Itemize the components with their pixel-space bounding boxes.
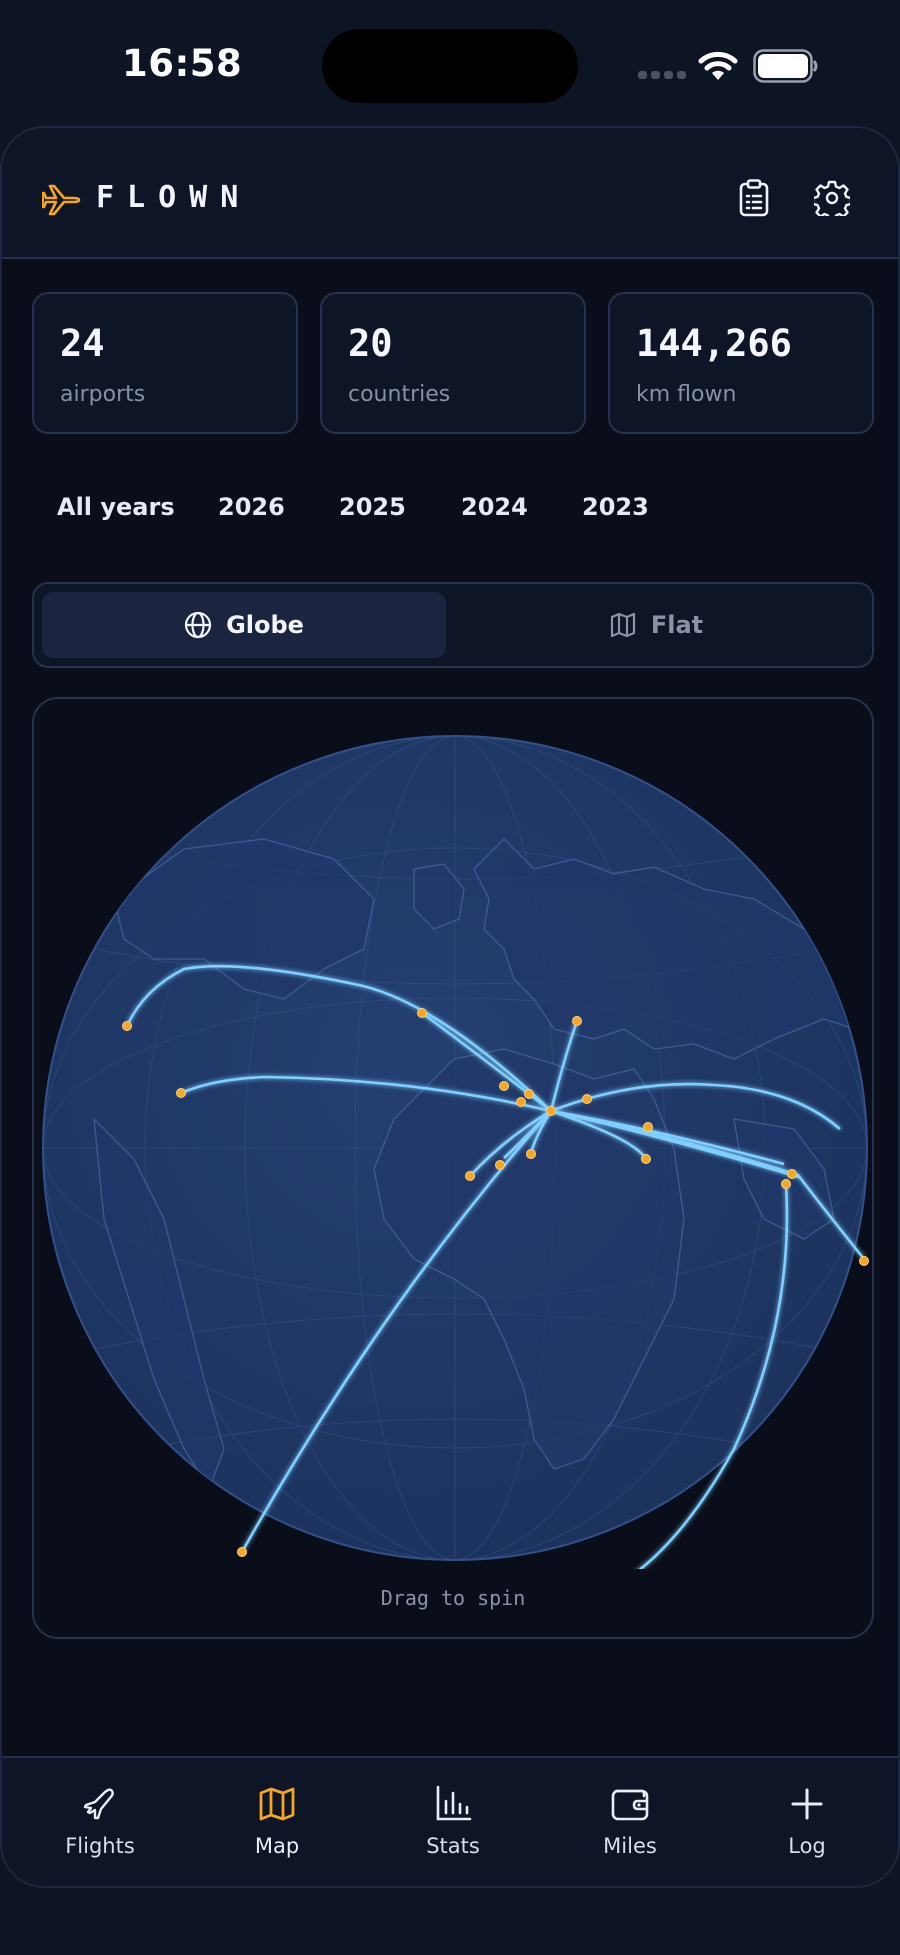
toggle-flat[interactable]: Flat [454,592,858,658]
stat-card-countries: 20 countries [320,292,586,434]
tab-label: Stats [426,1834,480,1858]
airport-marker[interactable] [781,1179,791,1189]
globe-icon [184,611,212,639]
airport-marker[interactable] [516,1097,526,1107]
clipboard-icon [739,179,769,217]
airport-marker[interactable] [417,1008,427,1018]
tab-label: Map [254,1834,300,1858]
tab-stats[interactable]: Stats [383,1784,523,1874]
clipboard-button[interactable] [732,176,776,220]
map-card: Drag to spin [32,697,874,1639]
status-time: 16:58 [122,42,243,85]
drag-hint: Drag to spin [380,1586,526,1610]
plane-icon [83,1788,114,1820]
stat-value: 24 [60,322,105,365]
stat-card-distance: 144,266 km flown [608,292,874,434]
airport-marker[interactable] [499,1081,509,1091]
year-filter-bar: All years 2026 2025 2024 2023 [2,484,898,534]
plane-logo-icon [42,184,81,216]
globe-view[interactable] [34,699,876,1569]
year-chip-2024[interactable]: 2024 [461,493,528,521]
tab-label: Log [788,1834,826,1858]
airport-marker[interactable] [237,1547,247,1557]
toggle-globe-label: Globe [226,611,304,639]
tab-log[interactable]: Log [737,1784,877,1874]
airport-marker[interactable] [641,1154,651,1164]
toggle-globe[interactable]: Globe [42,592,446,658]
airport-marker[interactable] [122,1021,132,1031]
stat-value: 144,266 [636,322,792,365]
app-frame: FLOWN 24 airports 20 countries 144,266 k… [0,126,900,1888]
year-chip-all[interactable]: All years [57,493,175,521]
stat-label: countries [348,382,451,407]
airport-marker[interactable] [465,1171,475,1181]
cellular-signal-icon [638,71,686,79]
stat-value: 20 [348,322,393,365]
toggle-flat-label: Flat [650,611,704,639]
map-icon [259,1787,295,1821]
tab-bar: Flights Map Stats Miles Log [2,1756,898,1886]
tab-label: Flights [65,1834,135,1858]
settings-button[interactable] [810,176,854,220]
airport-marker[interactable] [526,1149,536,1159]
airport-marker[interactable] [176,1088,186,1098]
gear-icon [814,180,850,216]
bar-chart-icon [436,1785,472,1821]
stat-label: airports [60,382,146,407]
view-toggle: Globe Flat [32,582,874,668]
battery-icon [753,49,818,83]
app-header: FLOWN [2,128,898,259]
tab-label: Miles [603,1834,657,1858]
tab-flights[interactable]: Flights [30,1784,170,1874]
status-bar: 16:58 [0,0,900,128]
year-chip-2026[interactable]: 2026 [218,493,285,521]
stat-label: km flown [636,382,737,407]
stat-card-airports: 24 airports [32,292,298,434]
airport-marker[interactable] [859,1256,869,1266]
map-icon [610,612,635,638]
tab-miles[interactable]: Miles [560,1784,700,1874]
airport-marker[interactable] [643,1122,653,1132]
dynamic-island [322,29,578,103]
airport-marker[interactable] [582,1094,592,1104]
plus-icon [791,1788,823,1820]
year-chip-2025[interactable]: 2025 [339,493,406,521]
airport-marker[interactable] [787,1169,797,1179]
wallet-icon [611,1789,649,1821]
airport-marker[interactable] [546,1106,556,1116]
app-title: FLOWN [96,180,252,215]
tab-map[interactable]: Map [207,1784,347,1874]
airport-marker[interactable] [572,1016,582,1026]
year-chip-2023[interactable]: 2023 [582,493,649,521]
airport-marker[interactable] [495,1160,505,1170]
wifi-icon [698,51,738,80]
airport-marker[interactable] [524,1089,534,1099]
